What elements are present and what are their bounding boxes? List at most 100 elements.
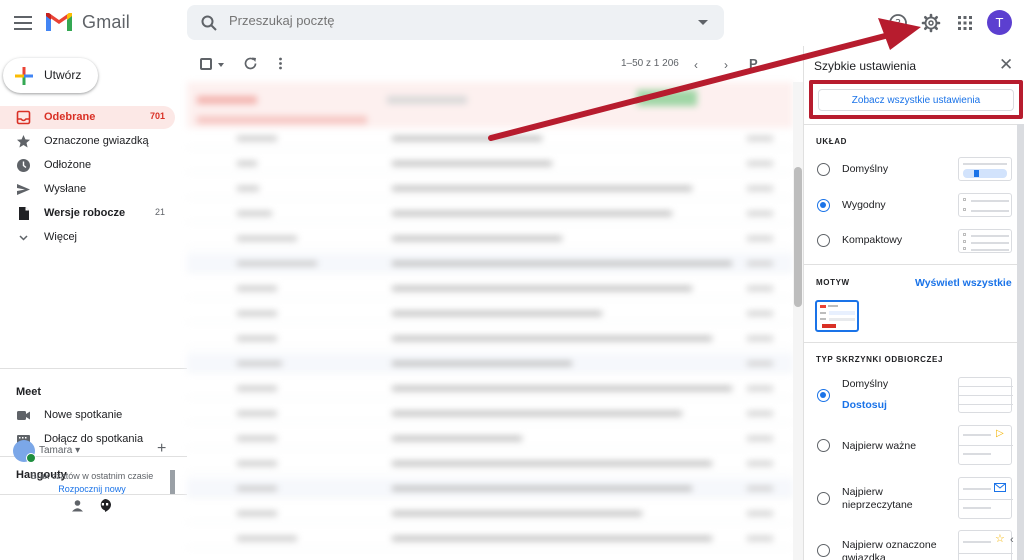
layout-radio-comfortable[interactable] [817,199,830,212]
new-chat-plus-icon[interactable]: + [157,440,166,458]
clock-icon [17,159,30,172]
table-row[interactable] [187,478,793,498]
inbox-icon [16,110,31,125]
highlight-frame: Zobacz wszystkie ustawienia [809,80,1023,119]
hangouts-user-label: Tamara [39,445,73,456]
start-new-chat-link[interactable]: Rozpocznij nowy [16,484,168,494]
inbox-preview-unread-first[interactable] [958,477,1013,519]
top-bar: Gmail ? T [0,0,1024,46]
divider [0,368,187,369]
inbox-radio-unread-first[interactable] [817,492,830,505]
compose-label: Utwórz [44,68,82,82]
expand-panel-icon[interactable]: ‹ [1010,534,1024,550]
help-icon[interactable]: ? [887,12,909,34]
sidebar-item-more[interactable]: Więcej [0,226,175,249]
sidebar-scrollbar[interactable] [170,470,175,494]
layout-preview-comfortable[interactable] [958,193,1012,217]
input-tools-partial[interactable]: P [749,56,758,71]
select-all-checkbox[interactable] [200,58,212,70]
inbox-radio-default[interactable] [817,389,830,402]
prev-page-icon[interactable]: ‹ [694,58,698,72]
sidebar-item-label: Odłożone [44,159,92,171]
table-row[interactable] [187,253,793,273]
main-scrollbar[interactable] [793,82,803,560]
layout-option-label: Domyślny [842,163,889,175]
sidebar-item-starred[interactable]: Oznaczone gwiazdką [0,130,175,153]
inbox-option-label: Najpierw oznaczone gwiazdką [842,539,937,560]
table-row[interactable] [187,503,793,523]
hangouts-icon[interactable] [98,498,112,513]
refresh-icon[interactable] [243,56,258,71]
sidebar-item-drafts[interactable]: Wersje robocze 21 [0,202,175,225]
important-marker-icon: ▷ [996,428,1004,439]
close-icon[interactable]: ✕ [999,55,1013,75]
sidebar-item-sent[interactable]: Wysłane [0,178,175,201]
layout-radio-compact[interactable] [817,234,830,247]
plus-icon [15,67,33,85]
select-options-icon[interactable] [218,63,224,67]
layout-radio-default[interactable] [817,163,830,176]
compose-button[interactable]: Utwórz [3,58,98,93]
scrollbar-thumb[interactable] [794,167,802,307]
search-options-icon[interactable] [698,20,708,25]
layout-preview-compact[interactable] [958,229,1012,253]
inbox-radio-important-first[interactable] [817,439,830,452]
table-row[interactable] [187,328,793,348]
hangouts-user-avatar[interactable] [13,440,36,463]
table-row[interactable] [187,428,793,448]
table-row[interactable] [187,278,793,298]
more-vertical-icon[interactable] [273,56,288,71]
table-row[interactable] [187,353,793,373]
table-row[interactable] [187,303,793,323]
quick-settings-panel: Szybkie ustawienia ✕ Zobacz wszystkie us… [803,46,1024,560]
meet-new-meeting[interactable]: Nowe spotkanie [0,406,187,426]
no-chats-text: Brak czatów w ostatnim czasie [30,471,154,481]
gear-icon[interactable] [920,12,942,34]
meet-title: Meet [16,386,42,398]
inbox-radio-starred-first[interactable] [817,544,830,557]
table-row[interactable] [187,528,793,548]
main-menu-icon[interactable] [12,12,34,34]
apps-grid-icon[interactable] [954,12,976,34]
layout-preview-default[interactable] [958,157,1012,181]
meet-item-label: Dołącz do spotkania [44,433,144,445]
table-row[interactable] [187,178,793,198]
theme-preview[interactable] [815,300,859,332]
customize-link[interactable]: Dostosuj [842,399,887,411]
sidebar-item-label: Wysłane [44,183,87,195]
search-icon[interactable] [200,14,218,32]
next-page-icon[interactable]: › [724,58,728,72]
sidebar-item-inbox[interactable]: Odebrane 701 [0,106,175,129]
unread-count: 701 [149,111,165,121]
sidebar-item-snoozed[interactable]: Odłożone [0,154,175,177]
inbox-preview-starred-first[interactable]: ☆ [958,530,1013,560]
gmail-logo[interactable]: Gmail [44,11,130,33]
sidebar-item-label: Odebrane [44,111,96,123]
inbox-preview-important-first[interactable]: ▷ [958,425,1013,465]
gmail-m-icon [46,13,72,31]
layout-option-label: Wygodny [842,199,886,211]
inbox-option-label: Najpierw nieprzeczytane [842,486,932,512]
table-row[interactable] [187,128,793,148]
table-row[interactable] [187,228,793,248]
search-input[interactable] [229,13,649,28]
table-row[interactable] [187,378,793,398]
table-row[interactable] [187,453,793,473]
table-row[interactable] [187,203,793,223]
see-all-settings-button[interactable]: Zobacz wszystkie ustawienia [818,89,1014,111]
divider [804,342,1017,343]
panel-scrollbar[interactable] [1017,124,1024,560]
inbox-option-text: Najpierw nieprzeczytane [842,486,913,511]
table-row[interactable] [187,403,793,423]
svg-text:?: ? [895,17,901,30]
person-icon[interactable] [71,499,84,512]
account-avatar[interactable]: T [987,10,1012,35]
table-row[interactable] [187,153,793,173]
view-all-themes-link[interactable]: Wyświetl wszystkie [915,277,1012,289]
chevron-down-icon [19,235,28,241]
search-bar [187,5,724,40]
inbox-preview-default[interactable] [958,377,1013,413]
divider [804,264,1017,265]
sidebar-item-label: Oznaczone gwiazdką [44,135,149,147]
hangouts-user-name[interactable]: Tamara ▾ [39,445,80,456]
